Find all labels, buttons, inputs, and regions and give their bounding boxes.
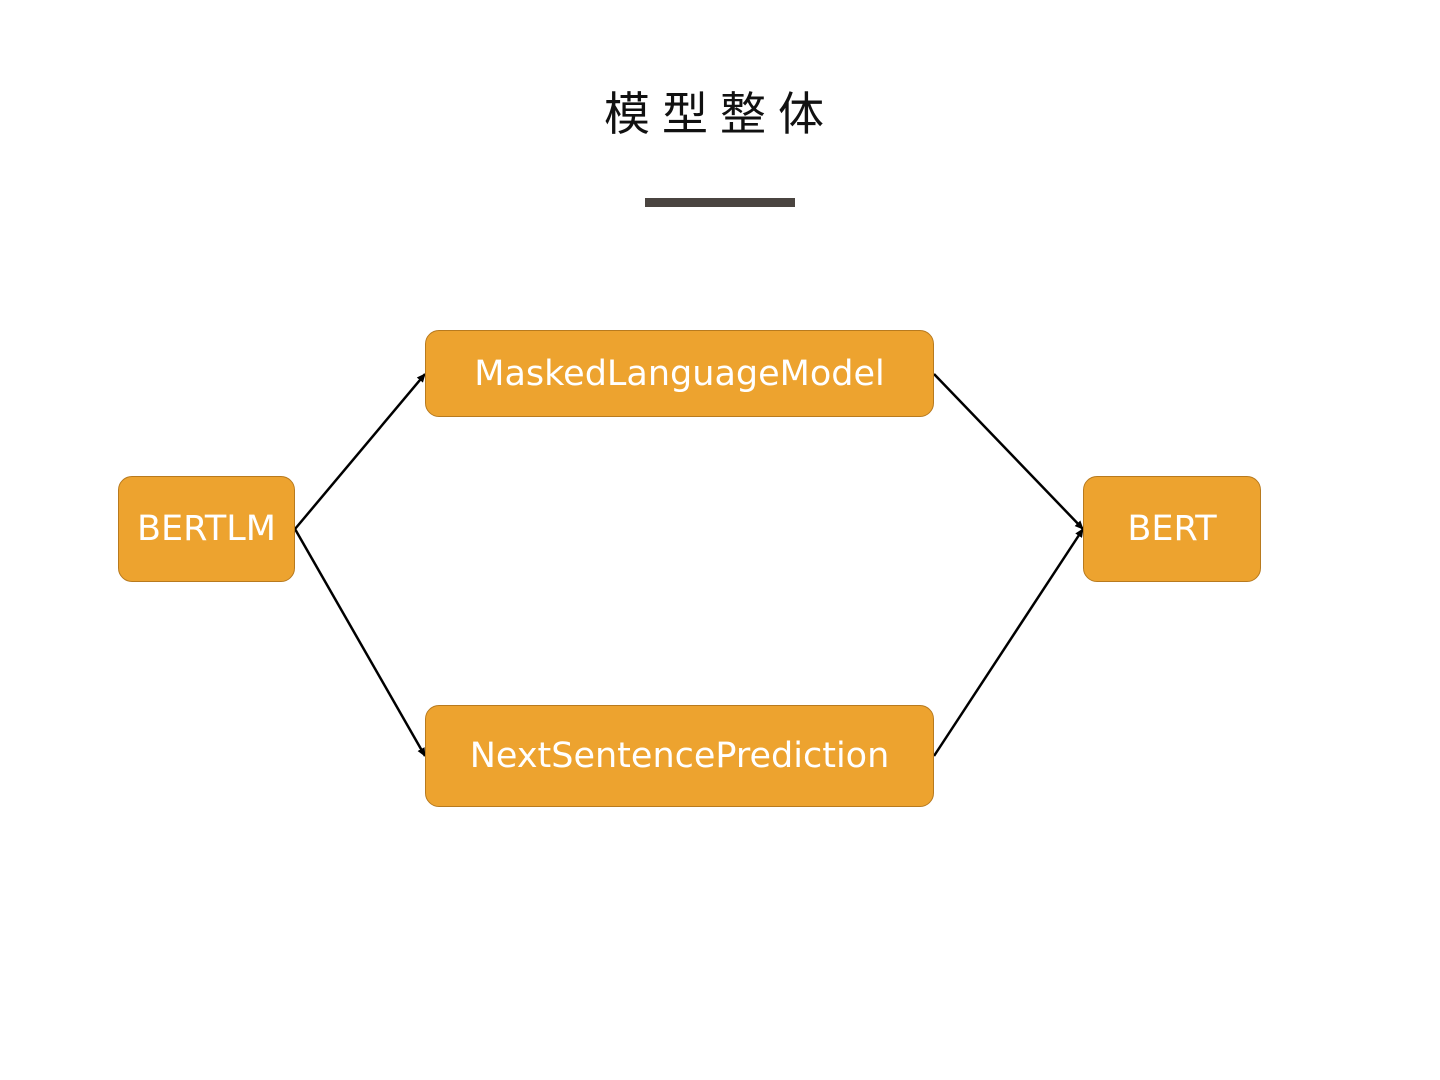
node-next-sentence-prediction: NextSentencePrediction <box>425 705 934 807</box>
edge-bertlm-to-nsp <box>293 528 427 757</box>
node-bertlm: BERTLM <box>118 476 295 582</box>
node-masked-language-model: MaskedLanguageModel <box>425 330 934 417</box>
slide: 模型整体 BERTLM MaskedLanguageModel NextSent… <box>0 0 1440 1080</box>
edge-nsp-to-bert <box>932 528 1085 757</box>
node-bert: BERT <box>1083 476 1261 582</box>
edge-bertlm-to-mlm <box>294 373 426 530</box>
edge-mlm-to-bert <box>933 373 1084 530</box>
